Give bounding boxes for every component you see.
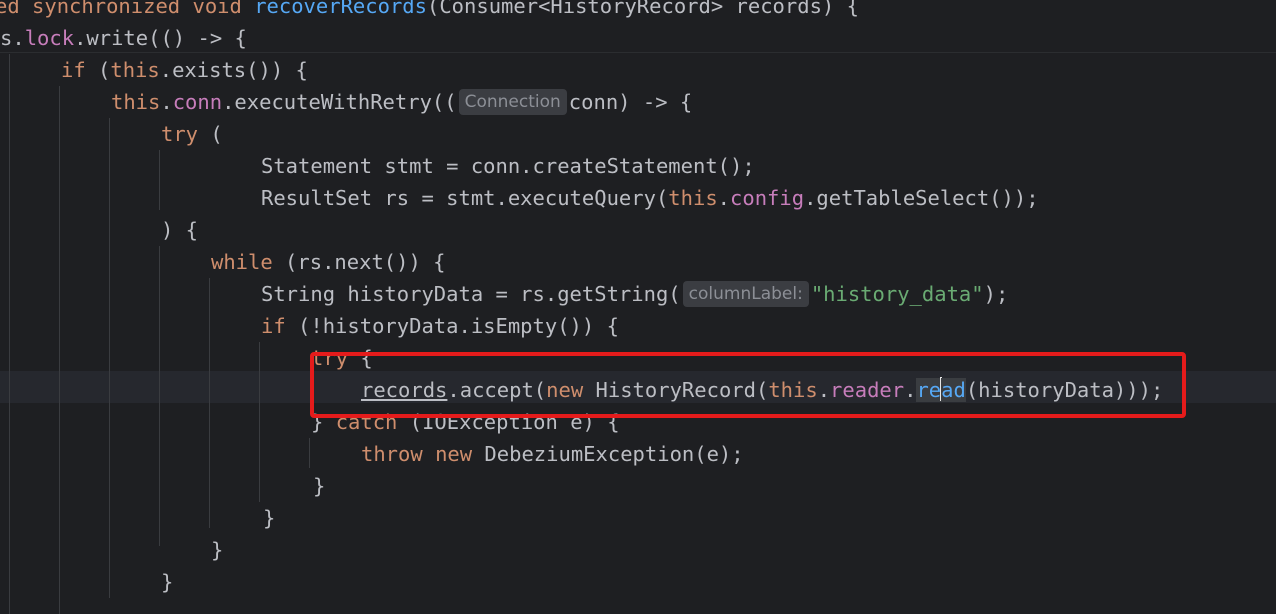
code-token: (!historyData.isEmpty()) { — [285, 314, 619, 338]
code-token: .getTableSelect()); — [804, 186, 1039, 210]
code-line[interactable]: } — [313, 470, 325, 502]
code-token: while — [211, 250, 273, 274]
code-line[interactable]: } — [161, 566, 173, 598]
code-token: .exists()) { — [159, 58, 308, 82]
code-token: (Consumer<HistoryRecord> records) { — [426, 0, 859, 18]
code-token: recoverRecords — [254, 0, 427, 18]
indent-guide — [159, 246, 160, 546]
parameter-hint: Connection — [458, 89, 567, 115]
code-token: } — [211, 538, 224, 562]
code-token: ( — [198, 122, 223, 146]
code-token: lock — [24, 26, 75, 50]
code-line[interactable]: if (this.exists()) { — [61, 54, 308, 86]
indent-guide — [9, 54, 10, 614]
code-line[interactable]: String historyData = rs.getString(column… — [261, 278, 1008, 310]
indent-guide — [259, 342, 260, 502]
code-token: . — [160, 90, 173, 114]
red-annotation-box — [310, 352, 1186, 418]
code-token: new — [435, 442, 473, 466]
code-token: this — [111, 90, 161, 114]
code-line[interactable]: s.lock.write(() -> { — [0, 22, 247, 54]
code-token: conn — [172, 90, 223, 114]
code-token: ) { — [161, 218, 199, 242]
code-token: this — [110, 58, 160, 82]
code-line[interactable]: ResultSet rs = stmt.executeQuery(this.co… — [261, 182, 1039, 214]
indent-guide — [159, 150, 160, 210]
indent-guide — [209, 278, 210, 528]
code-line[interactable]: try ( — [161, 118, 223, 150]
code-token: ResultSet rs = stmt.executeQuery( — [261, 186, 669, 210]
code-line[interactable]: } — [263, 502, 275, 534]
code-line[interactable]: while (rs.next()) { — [211, 246, 446, 278]
code-token: conn) -> { — [568, 90, 693, 114]
code-token: if — [61, 58, 86, 82]
code-token: DebeziumException(e); — [472, 442, 744, 466]
code-token: s. — [0, 26, 25, 50]
indent-guide — [109, 118, 110, 598]
code-editor[interactable]: ed synchronized void recoverRecords(Cons… — [0, 0, 1276, 614]
code-line[interactable]: throw new DebeziumException(e); — [361, 438, 744, 470]
code-token: if — [261, 314, 286, 338]
code-token: . — [717, 186, 731, 210]
code-line[interactable]: this.conn.executeWithRetry((Connection co… — [111, 86, 692, 118]
code-token: ed synchronized void — [0, 0, 255, 18]
code-token: ( — [85, 58, 111, 82]
code-token: (rs.next()) { — [272, 250, 446, 274]
indent-guide — [59, 86, 60, 614]
code-token: .write(() -> { — [74, 26, 247, 50]
code-token: .executeWithRetry(( — [222, 90, 457, 114]
indent-guide — [309, 438, 310, 468]
code-token: config — [730, 186, 805, 210]
code-line[interactable]: ) { — [161, 214, 198, 246]
code-token: } — [161, 570, 174, 594]
code-token: Statement stmt = conn.createStatement(); — [261, 154, 755, 178]
code-token: this — [668, 186, 718, 210]
code-line[interactable]: ed synchronized void recoverRecords(Cons… — [0, 0, 859, 22]
code-token: "history_data" — [810, 282, 984, 306]
code-line[interactable]: Statement stmt = conn.createStatement(); — [261, 150, 755, 182]
code-token: } — [313, 474, 326, 498]
code-line[interactable]: if (!historyData.isEmpty()) { — [261, 310, 619, 342]
code-token: String historyData = rs.getString( — [261, 282, 681, 306]
code-token: } — [263, 506, 276, 530]
code-token: ); — [983, 282, 1009, 306]
code-line[interactable]: } — [211, 534, 223, 566]
parameter-hint: columnLabel: — [682, 281, 809, 307]
code-token: try — [161, 122, 199, 146]
code-token: throw — [361, 442, 423, 466]
